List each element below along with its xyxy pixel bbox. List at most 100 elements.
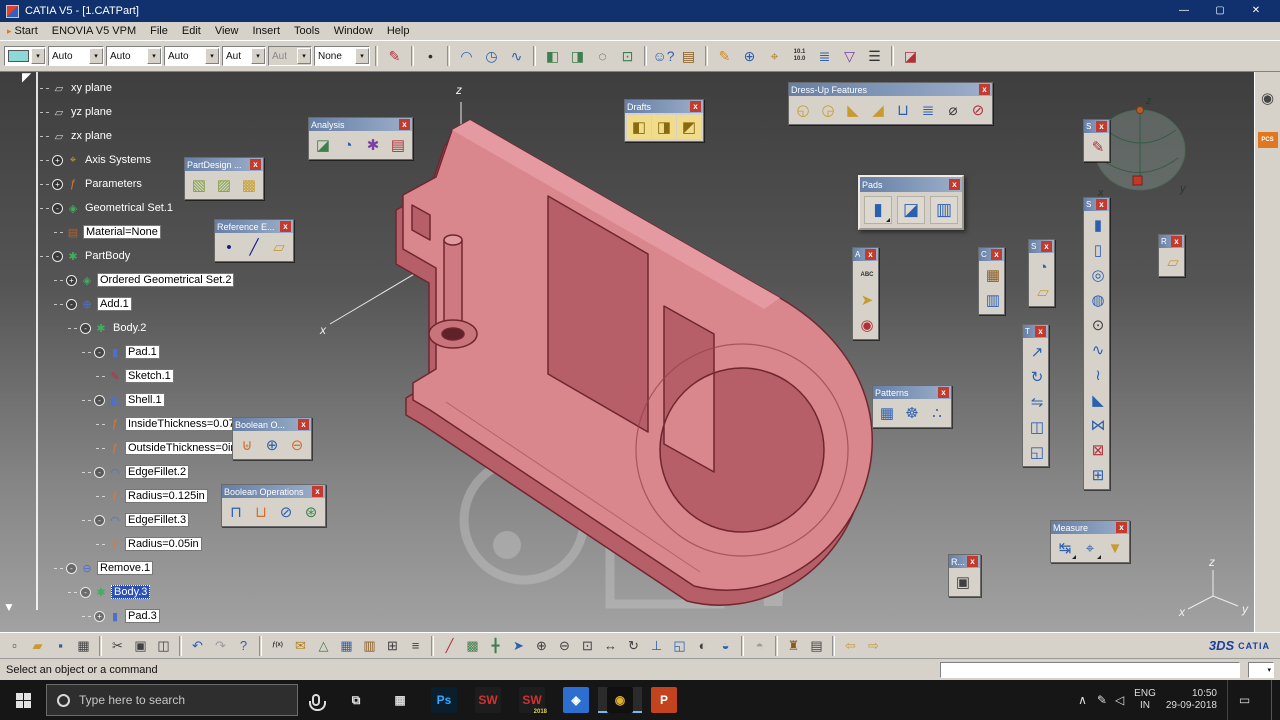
palette-titlebar[interactable]: PartDesign ... x: [185, 158, 263, 171]
menu-edit[interactable]: Edit: [175, 25, 208, 37]
close-icon[interactable]: x: [250, 159, 261, 170]
comment-icon[interactable]: ✉: [290, 635, 311, 656]
check-analysis-icon[interactable]: △: [313, 635, 334, 656]
tree-item-body-2[interactable]: - ✱ Body.2: [40, 316, 246, 340]
palette-titlebar[interactable]: R... x: [949, 555, 981, 568]
tree-item-ordered-geometrical-set-2[interactable]: + ◈ Ordered Geometrical Set.2: [40, 268, 246, 292]
tap-thread-analysis-icon[interactable]: ▤: [386, 133, 410, 157]
tree-item-add-1[interactable]: - ⊕ Add.1: [40, 292, 246, 316]
swap-space-icon[interactable]: ◓: [749, 635, 770, 656]
grid-icon[interactable]: ▦: [336, 635, 357, 656]
close-icon[interactable]: x: [1096, 199, 1107, 210]
solidworks-2018-app[interactable]: SW 2018: [510, 687, 554, 715]
cut-icon[interactable]: ✂: [107, 635, 128, 656]
drafted-filleted-pad-icon[interactable]: ◪: [897, 196, 925, 224]
graphic-color-dropdown[interactable]: ▾: [4, 46, 46, 66]
tree-expander-icon[interactable]: +: [66, 274, 77, 286]
mirror-icon[interactable]: ◫: [1025, 415, 1049, 439]
draft-icon[interactable]: ◢: [866, 98, 890, 122]
tree-expander-icon[interactable]: -: [80, 586, 91, 598]
knowledge-forward-icon[interactable]: ⇨: [863, 635, 884, 656]
multi-sections-solid-icon[interactable]: ⋈: [1086, 413, 1110, 437]
porcupine-analysis-icon[interactable]: ✱: [361, 133, 385, 157]
knowledge-back-icon[interactable]: ⇦: [840, 635, 861, 656]
palette-titlebar[interactable]: Dress-Up Features x: [789, 83, 992, 96]
snap-grid-small-icon[interactable]: ▩: [462, 635, 483, 656]
remove-face-icon[interactable]: ⊘: [966, 98, 990, 122]
tree-expander-icon[interactable]: -: [52, 202, 63, 214]
edge-fillet-icon[interactable]: ◵: [791, 98, 815, 122]
rib-icon[interactable]: ∿: [1086, 338, 1110, 362]
layer-filter-dropdown[interactable]: None ▾: [314, 46, 370, 66]
3d-viewport[interactable]: z x y: [0, 72, 1254, 632]
task-view-button[interactable]: ⧉: [334, 687, 378, 713]
palette-titlebar[interactable]: Sx: [1084, 120, 1109, 133]
user-feature-icon[interactable]: ▨: [212, 173, 236, 197]
close-icon[interactable]: x: [280, 221, 291, 232]
media-app[interactable]: ◉: [598, 687, 642, 713]
tree-item-radius-005[interactable]: ƒ Radius=0.05in: [40, 532, 246, 556]
split-icon[interactable]: ◧: [541, 45, 564, 68]
catalog-icon[interactable]: ▩: [237, 173, 261, 197]
pen-tray-icon[interactable]: ✎: [1097, 693, 1107, 707]
photos-app[interactable]: ◈: [554, 687, 598, 713]
palette-titlebar[interactable]: Patterns x: [873, 386, 951, 399]
menu-file[interactable]: File: [143, 25, 175, 37]
shading-icon[interactable]: ◐: [692, 635, 713, 656]
shaft-icon[interactable]: ◎: [1086, 263, 1110, 287]
ref-point-icon[interactable]: •: [217, 235, 241, 259]
close-icon[interactable]: x: [1035, 326, 1046, 337]
thread-tap-icon[interactable]: ⌀: [941, 98, 965, 122]
shell-feature-icon[interactable]: ⊔: [891, 98, 915, 122]
rectangular-pattern-icon[interactable]: ▦: [875, 401, 899, 425]
settings-knob-icon[interactable]: ◉: [1258, 88, 1278, 108]
palette-titlebar[interactable]: Reference E... x: [215, 220, 293, 233]
save-icon[interactable]: ▪: [50, 635, 71, 656]
measure-between-icon[interactable]: ↹: [1053, 536, 1077, 560]
reactions-icon[interactable]: ▥: [981, 288, 1005, 312]
translation-icon[interactable]: ↗: [1025, 340, 1049, 364]
rendering-style-dropdown[interactable]: Aut ▾: [222, 46, 266, 66]
tree-item-edgefillet-2[interactable]: - ◠ EdgeFillet.2: [40, 460, 246, 484]
design-table-tool-icon[interactable]: ▦: [981, 263, 1005, 287]
clock[interactable]: 10:50 29-09-2018: [1166, 688, 1217, 712]
palette-titlebar[interactable]: Sx: [1084, 198, 1109, 211]
photoshop-app[interactable]: Ps: [422, 687, 466, 713]
zoom-out-icon[interactable]: ⊖: [554, 635, 575, 656]
tray-caret-icon[interactable]: ∧: [1078, 693, 1087, 707]
tree-expander-icon[interactable]: +: [94, 610, 105, 622]
pad-tool-icon[interactable]: ▮: [864, 196, 892, 224]
zoom-in-icon[interactable]: ⊕: [531, 635, 552, 656]
assemble-icon[interactable]: ⊎: [235, 433, 259, 457]
point-icon[interactable]: •: [419, 45, 442, 68]
user-pattern-icon[interactable]: ∴: [925, 401, 949, 425]
palette-titlebar[interactable]: Cx: [979, 248, 1004, 261]
lock-icon[interactable]: ⊞: [382, 635, 403, 656]
ref-plane-icon[interactable]: ▱: [267, 235, 291, 259]
pcs-icon[interactable]: PCS: [1257, 132, 1278, 148]
chamfer-icon[interactable]: ◣: [841, 98, 865, 122]
menu-tools[interactable]: Tools: [287, 25, 327, 37]
tree-item-sketch-1[interactable]: ✎ Sketch.1: [40, 364, 246, 388]
eraser-icon[interactable]: ◪: [899, 45, 922, 68]
ref-line-icon[interactable]: ╱: [242, 235, 266, 259]
flag-note-icon[interactable]: ➤: [855, 288, 879, 312]
pocket-icon[interactable]: ▯: [1086, 238, 1110, 262]
plane-surface-icon[interactable]: ▱: [1031, 280, 1055, 304]
command-input[interactable]: [940, 661, 1240, 678]
formula-fx-icon[interactable]: ƒ(x): [267, 635, 288, 656]
normal-view-icon[interactable]: ⊥: [646, 635, 667, 656]
tree-expander-icon[interactable]: -: [52, 250, 63, 262]
sweep-surface-icon[interactable]: ∿: [505, 45, 528, 68]
design-table-icon[interactable]: ▥: [359, 635, 380, 656]
menu-help[interactable]: Help: [380, 25, 417, 37]
curvature-analysis-icon[interactable]: ◔: [336, 133, 360, 157]
tree-item-pad-1[interactable]: - ▮ Pad.1: [40, 340, 246, 364]
variable-fillet-icon[interactable]: ◶: [816, 98, 840, 122]
pad-feature-icon[interactable]: ▮: [1086, 213, 1110, 237]
menu-insert[interactable]: Insert: [246, 25, 288, 37]
tree-expander-icon[interactable]: +: [52, 154, 63, 166]
close-icon[interactable]: x: [967, 556, 979, 567]
trim-icon[interactable]: ◨: [566, 45, 589, 68]
palette-titlebar[interactable]: Drafts x: [625, 100, 703, 113]
